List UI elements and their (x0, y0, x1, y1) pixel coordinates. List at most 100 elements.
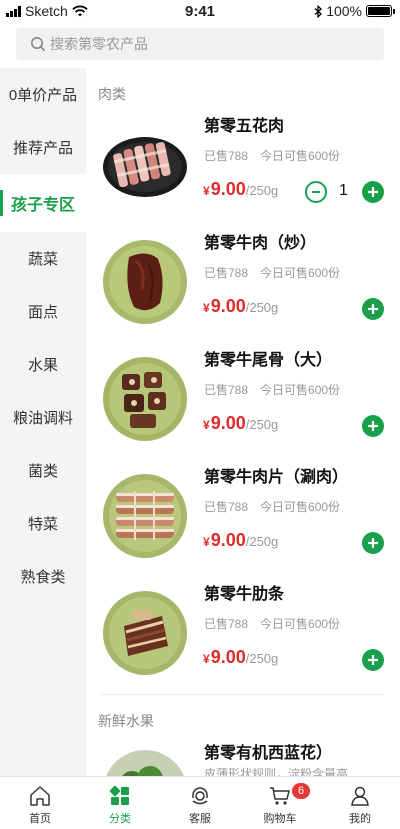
currency-symbol: ¥ (203, 184, 210, 198)
plus-icon (368, 655, 378, 665)
product-description: 皮薄形状规则，淀粉含量高 (204, 767, 349, 776)
sidebar-item-label: 孩子专区 (10, 197, 75, 214)
product-image (103, 357, 187, 441)
add-to-cart-button[interactable] (362, 649, 384, 671)
product-price: ¥9.00/250g (203, 179, 278, 200)
sold-count: 已售788 (204, 500, 249, 514)
tab-home[interactable]: 首页 (0, 777, 80, 829)
product-card[interactable]: 第零牛肉（炒） 已售788 今日可售600份 ¥9.00/250g (86, 229, 400, 346)
add-to-cart-button[interactable] (362, 181, 384, 203)
plus-icon (368, 187, 378, 197)
plus-icon (368, 421, 378, 431)
service-icon (192, 787, 208, 805)
sidebar-item-pastry[interactable]: 面点 (0, 285, 86, 338)
product-card[interactable]: 第零有机西蓝花） 皮薄形状规则，淀粉含量高 (86, 739, 400, 776)
tab-label: 购物车 (263, 813, 297, 825)
currency-symbol: ¥ (203, 652, 210, 666)
sold-count: 已售788 (204, 617, 249, 631)
tab-label: 客服 (189, 813, 211, 825)
product-image (106, 750, 184, 776)
product-name: 第零五花肉 (204, 118, 285, 135)
search-bar[interactable]: 搜索第零农产品 (16, 28, 384, 60)
sidebar-item-label: 特菜 (27, 516, 58, 533)
battery-percent: 100% (326, 3, 362, 19)
sidebar-item-vegetables[interactable]: 蔬菜 (0, 232, 86, 285)
tab-profile[interactable]: 我的 (320, 777, 400, 829)
bottom-tab-bar: 首页 分类 客服 购物车 6 我的 (0, 776, 400, 829)
product-name: 第零牛尾骨（大） (204, 352, 333, 369)
price-unit: /250g (245, 534, 279, 549)
category-sidebar: 0单价产品 推荐产品 孩子专区 蔬菜 面点 水果 粮油调料 菌类 特菜 熟食类 (0, 68, 86, 776)
currency-symbol: ¥ (203, 418, 210, 432)
sidebar-item-label: 水果 (27, 357, 58, 374)
add-to-cart-button[interactable] (362, 415, 384, 437)
tab-service[interactable]: 客服 (160, 777, 240, 829)
tab-label: 首页 (29, 813, 51, 825)
category-icon (109, 785, 129, 805)
sidebar-item-kids-zone[interactable]: 孩子专区 (0, 174, 86, 232)
product-meta: 已售788 今日可售600份 (204, 381, 340, 398)
price-unit: /250g (245, 651, 279, 666)
price-value: 9.00 (210, 530, 246, 550)
product-meta: 已售788 今日可售600份 (204, 264, 340, 281)
decrease-quantity-button[interactable] (305, 181, 327, 203)
bluetooth-icon (314, 4, 323, 18)
sidebar-item-label: 面点 (27, 304, 58, 321)
available-count: 今日可售600份 (260, 500, 341, 514)
available-count: 今日可售600份 (260, 266, 341, 280)
product-card[interactable]: 第零五花肉 已售788 今日可售600份 ¥9.00/250g 1 (86, 112, 400, 229)
price-unit: /250g (245, 183, 279, 198)
sidebar-item-label: 菌类 (27, 463, 58, 480)
product-card[interactable]: 第零牛尾骨（大） 已售788 今日可售600份 ¥9.00/250g (86, 346, 400, 463)
sold-count: 已售788 (204, 266, 249, 280)
product-card[interactable]: 第零牛肉片（涮肉） 已售788 今日可售600份 ¥9.00/250g (86, 463, 400, 580)
plus-icon (368, 304, 378, 314)
sidebar-item-mushroom[interactable]: 菌类 (0, 444, 86, 497)
minus-icon (312, 191, 320, 193)
cart-icon (270, 787, 290, 805)
sidebar-item-zero-price[interactable]: 0单价产品 (0, 68, 86, 121)
home-icon (30, 786, 50, 806)
add-to-cart-button[interactable] (362, 298, 384, 320)
product-card[interactable]: 第零牛肋条 已售788 今日可售600份 ¥9.00/250g (86, 580, 400, 697)
price-unit: /250g (245, 417, 279, 432)
sold-count: 已售788 (204, 383, 249, 397)
section-title-meat: 肉类 (98, 86, 126, 102)
product-meta: 已售788 今日可售600份 (204, 147, 340, 164)
section-title-fruit: 新鲜水果 (98, 713, 154, 729)
price-unit: /250g (245, 300, 279, 315)
price-value: 9.00 (210, 179, 246, 199)
available-count: 今日可售600份 (260, 617, 341, 631)
product-meta: 已售788 今日可售600份 (204, 498, 340, 515)
plus-icon (368, 538, 378, 548)
currency-symbol: ¥ (203, 301, 210, 315)
product-price: ¥9.00/250g (203, 296, 278, 317)
price-value: 9.00 (210, 413, 246, 433)
product-name: 第零牛肉（炒） (204, 235, 317, 252)
sidebar-item-label: 0单价产品 (8, 87, 78, 104)
battery-icon (366, 5, 395, 17)
available-count: 今日可售600份 (260, 383, 341, 397)
status-right: 100% (314, 3, 395, 19)
add-to-cart-button[interactable] (362, 532, 384, 554)
sidebar-item-grain-oil[interactable]: 粮油调料 (0, 391, 86, 444)
product-list: 肉类 第零五花肉 已售788 今日可售600份 ¥9.00/250g 1 第零牛… (86, 68, 400, 776)
cart-badge: 6 (292, 783, 310, 799)
price-value: 9.00 (210, 296, 246, 316)
status-bar: Sketch 9:41 100% (0, 0, 400, 22)
tab-category[interactable]: 分类 (80, 777, 160, 829)
sidebar-item-fruit[interactable]: 水果 (0, 338, 86, 391)
sidebar-item-recommended[interactable]: 推荐产品 (0, 121, 86, 174)
product-image (103, 591, 187, 675)
search-placeholder: 搜索第零农产品 (50, 36, 148, 52)
quantity-value: 1 (339, 182, 348, 199)
product-name: 第零有机西蓝花） (204, 745, 333, 762)
profile-icon (351, 786, 369, 806)
tab-cart[interactable]: 购物车 6 (240, 777, 320, 829)
currency-symbol: ¥ (203, 535, 210, 549)
sidebar-item-deli[interactable]: 熟食类 (0, 550, 86, 603)
product-image (103, 240, 187, 324)
product-price: ¥9.00/250g (203, 530, 278, 551)
sidebar-item-special-veg[interactable]: 特菜 (0, 497, 86, 550)
tab-label: 分类 (109, 813, 131, 825)
